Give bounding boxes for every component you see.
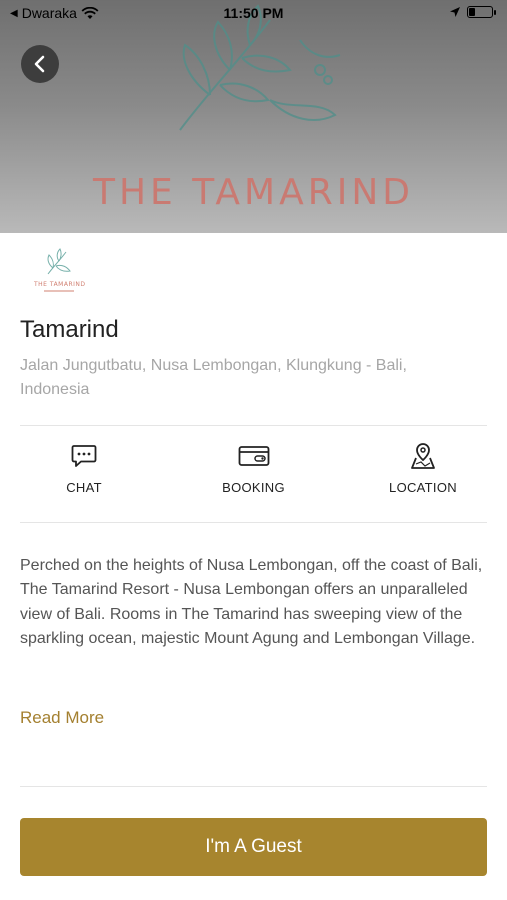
- status-time: 11:50 PM: [223, 5, 284, 21]
- chat-action[interactable]: CHAT: [20, 440, 148, 510]
- status-right: [449, 6, 496, 18]
- hotel-address: Jalan Jungutbatu, Nusa Lembongan, Klungk…: [20, 357, 407, 398]
- location-action[interactable]: LOCATION: [359, 440, 487, 510]
- divider-top: [20, 425, 487, 426]
- hero-banner: THE TAMARIND: [0, 0, 507, 233]
- back-button[interactable]: [21, 45, 59, 83]
- logo-text: THE TAMARIND: [34, 281, 86, 288]
- divider-middle: [20, 522, 487, 523]
- hotel-description: Perched on the heights of Nusa Lembongan…: [20, 557, 483, 648]
- battery-icon: [467, 6, 496, 18]
- booking-action[interactable]: BOOKING: [190, 440, 318, 510]
- location-arrow-icon: [450, 7, 460, 17]
- hotel-logo: THE TAMARIND: [26, 246, 96, 300]
- chevron-left-icon: [34, 55, 45, 73]
- divider-bottom: [20, 786, 487, 787]
- read-more-link[interactable]: Read More: [20, 708, 104, 728]
- chat-icon: [71, 445, 97, 467]
- card-icon: [238, 446, 269, 466]
- banner-title: THE TAMARIND: [92, 172, 415, 213]
- action-row: CHAT BOOKING LOCATION: [20, 440, 487, 510]
- status-bar: ◀ Dwaraka 11:50 PM: [0, 0, 507, 28]
- logo-underline: [44, 290, 74, 292]
- location-label: LOCATION: [389, 480, 457, 495]
- im-a-guest-button[interactable]: I'm A Guest: [20, 818, 487, 876]
- booking-label: BOOKING: [222, 480, 285, 495]
- chat-label: CHAT: [66, 480, 102, 495]
- hotel-name: Tamarind: [20, 316, 119, 343]
- map-pin-icon: [411, 443, 435, 469]
